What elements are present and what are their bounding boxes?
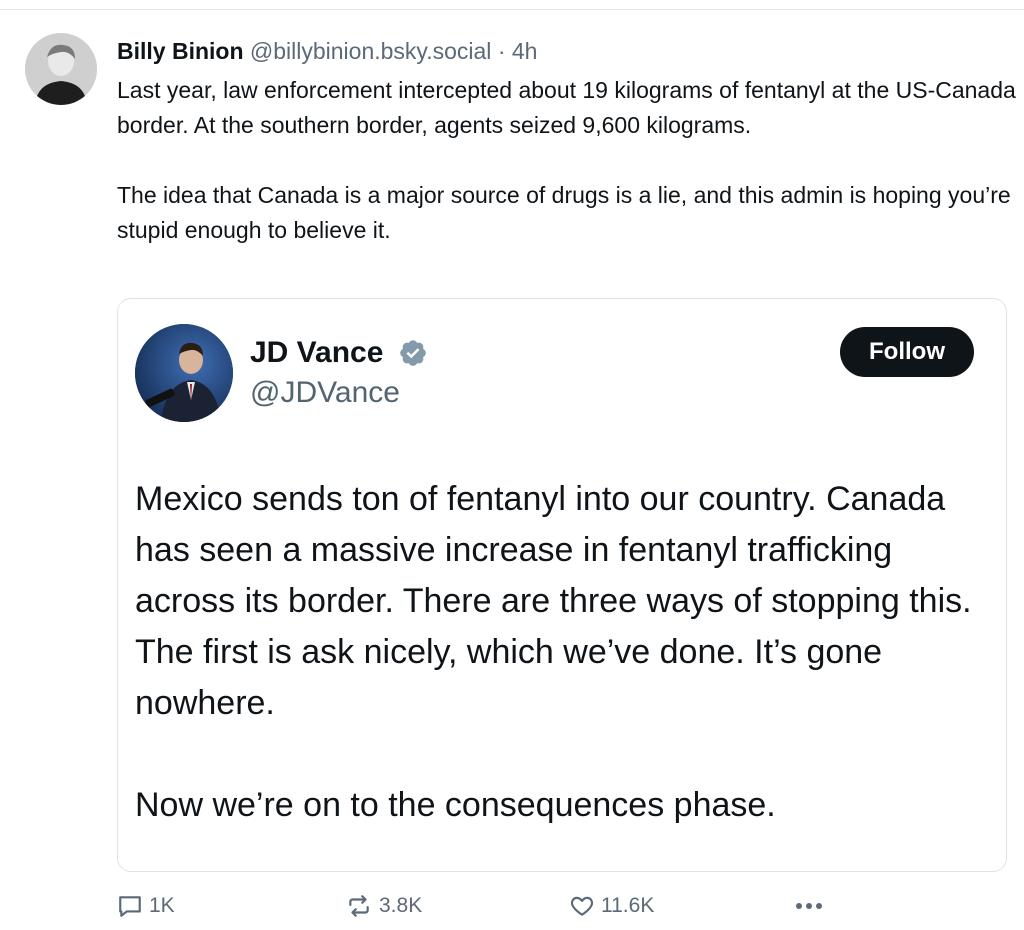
reply-count: 1K xyxy=(149,894,175,917)
top-divider xyxy=(0,9,1024,10)
follow-button[interactable]: Follow xyxy=(840,327,974,377)
post-time[interactable]: 4h xyxy=(512,38,538,64)
quoted-author-name-row: JD Vance xyxy=(250,334,428,371)
author-handle[interactable]: @billybinion.bsky.social xyxy=(250,38,492,64)
more-options-icon xyxy=(796,903,822,909)
like-button[interactable]: 11.6K xyxy=(569,893,654,919)
repost-button[interactable]: 3.8K xyxy=(345,893,422,919)
author-avatar[interactable] xyxy=(25,33,97,105)
repost-count: 3.8K xyxy=(379,894,423,917)
verified-badge-icon xyxy=(399,340,426,366)
heart-icon xyxy=(570,896,594,916)
author-name[interactable]: Billy Binion xyxy=(117,38,244,64)
post-paragraph: The idea that Canada is a major source o… xyxy=(117,182,1011,243)
repost-icon xyxy=(349,895,369,917)
quoted-author-avatar[interactable] xyxy=(135,324,233,422)
quoted-author-name[interactable]: JD Vance xyxy=(250,336,383,369)
reply-icon xyxy=(119,896,141,917)
post-actions-bar: 1K 3.8K 11.6K xyxy=(117,893,837,923)
like-count: 11.6K xyxy=(601,894,655,917)
post-paragraph: Last year, law enforcement intercepted a… xyxy=(117,77,1016,138)
post-header: Billy Binion @billybinion.bsky.social · … xyxy=(117,36,537,66)
quoted-post-card[interactable]: JD Vance @JDVance Follow Mexico sends to… xyxy=(117,298,1007,872)
post-text: Last year, law enforcement intercepted a… xyxy=(117,73,1017,248)
more-options-button[interactable] xyxy=(793,891,825,921)
quoted-post-text: Mexico sends ton of fentanyl into our co… xyxy=(135,474,995,831)
time-separator: · xyxy=(497,38,506,64)
quoted-author-handle[interactable]: @JDVance xyxy=(250,375,400,411)
quoted-paragraph: Mexico sends ton of fentanyl into our co… xyxy=(135,480,972,722)
quoted-paragraph: Now we’re on to the consequences phase. xyxy=(135,786,776,824)
reply-button[interactable]: 1K xyxy=(117,893,175,919)
